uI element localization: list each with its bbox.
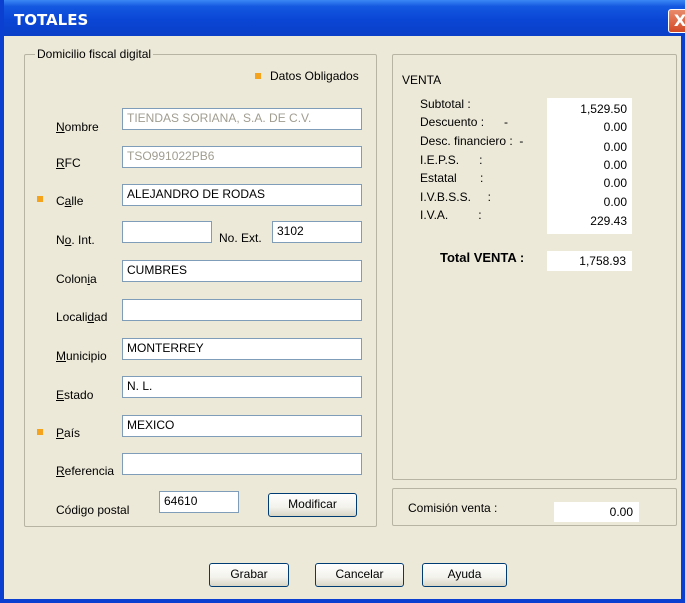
no-ext-label: No. Ext.: [219, 231, 262, 245]
cancelar-button[interactable]: Cancelar: [315, 563, 404, 587]
iva-label: I.V.A. :: [420, 208, 482, 222]
localidad-field[interactable]: [122, 299, 362, 321]
window-title: TOTALES: [14, 11, 89, 29]
ayuda-button[interactable]: Ayuda: [422, 563, 507, 587]
no-int-field[interactable]: [122, 221, 212, 243]
ivbss-label: I.V.B.S.S. :: [420, 190, 491, 204]
desc-financiero-label: Desc. financiero : -: [420, 134, 524, 148]
total-venta-value: 1,758.93: [547, 251, 632, 271]
codigo-postal-label: Código postal: [56, 503, 130, 517]
close-icon: X: [673, 11, 685, 30]
ivbss-value: 0.00: [603, 195, 627, 209]
colonia-label: Colonia: [56, 272, 97, 286]
subtotal-label: Subtotal :: [420, 97, 471, 111]
municipio-field[interactable]: MONTERREY: [122, 338, 362, 360]
nombre-field[interactable]: TIENDAS SORIANA, S.A. DE C.V.: [122, 108, 362, 130]
domicilio-fiscal-legend: Domicilio fiscal digital: [35, 47, 154, 61]
desc-financiero-value: 0.00: [603, 140, 627, 154]
iva-value: 229.43: [590, 214, 627, 228]
descuento-label: Descuento : -: [420, 115, 509, 129]
pais-label: País: [56, 426, 81, 440]
ieps-label: I.E.P.S. :: [420, 153, 483, 167]
referencia-label: Referencia: [56, 464, 115, 478]
grabar-button[interactable]: Grabar: [209, 563, 289, 587]
estado-label: Estado: [56, 388, 94, 402]
subtotal-value: 1,529.50: [580, 102, 627, 116]
close-button[interactable]: X: [668, 9, 685, 33]
descuento-value: 0.00: [603, 120, 627, 134]
venta-heading: VENTA: [402, 73, 442, 87]
colonia-field[interactable]: CUMBRES: [122, 260, 362, 282]
estatal-value: 0.00: [603, 176, 627, 190]
modificar-button[interactable]: Modificar: [268, 493, 357, 517]
comision-value: 0.00: [554, 502, 639, 522]
rfc-field[interactable]: TSO991022PB6: [122, 146, 362, 168]
total-venta-label: Total VENTA :: [440, 250, 525, 265]
pais-field[interactable]: MEXICO: [122, 415, 362, 437]
municipio-label: Municipio: [56, 349, 107, 363]
required-note: Datos Obligados: [270, 69, 359, 83]
nombre-label: Nombre: [56, 120, 99, 134]
title-bar[interactable]: TOTALES X: [4, 0, 685, 36]
localidad-label: Localidad: [56, 310, 108, 324]
referencia-field[interactable]: [122, 453, 362, 475]
calle-required-icon: [37, 196, 43, 202]
pais-required-icon: [37, 429, 43, 435]
no-ext-field[interactable]: 3102: [272, 221, 362, 243]
calle-label: Calle: [56, 194, 84, 208]
comision-label: Comisión venta :: [408, 501, 498, 515]
no-int-label: No. Int.: [56, 233, 95, 247]
rfc-label: RFC: [56, 156, 81, 170]
ieps-value: 0.00: [603, 158, 627, 172]
estatal-label: Estatal :: [420, 171, 484, 185]
required-marker-icon: [255, 73, 261, 79]
calle-field[interactable]: ALEJANDRO DE RODAS: [122, 184, 362, 206]
estado-field[interactable]: N. L.: [122, 376, 362, 398]
totales-window: TOTALES X Domicilio fiscal digital Datos…: [0, 0, 685, 603]
codigo-postal-field[interactable]: 64610: [159, 491, 239, 513]
